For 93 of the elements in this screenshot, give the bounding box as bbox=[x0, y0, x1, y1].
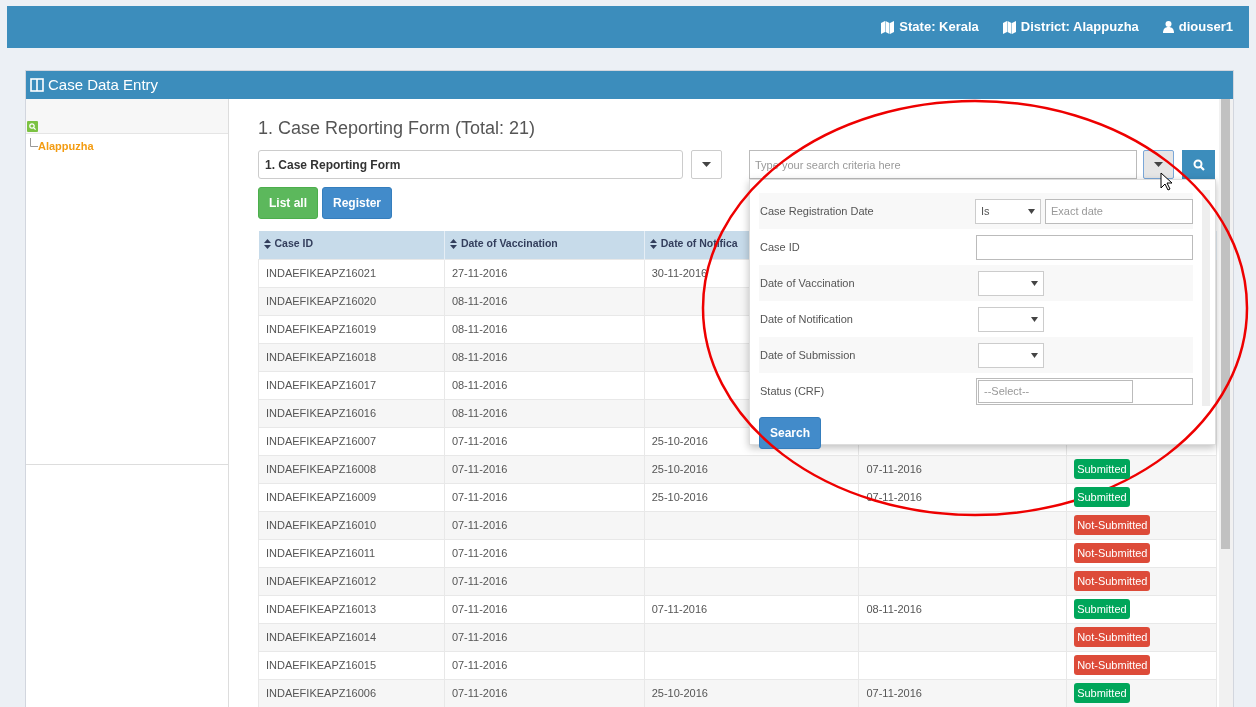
status-label: Not-Submitted bbox=[1074, 514, 1151, 536]
case-id-cell: INDAEFIKEAPZ16010 bbox=[266, 518, 377, 531]
sort-icon bbox=[449, 238, 457, 249]
header-link[interactable]: District: Alappuzha bbox=[1002, 17, 1139, 37]
field-label: Case Registration Date bbox=[760, 203, 875, 219]
date-cell: 27-11-2016 bbox=[451, 266, 508, 279]
date-cell: 07-11-2016 bbox=[451, 630, 508, 643]
map-icon bbox=[1002, 20, 1016, 34]
status-label: Submitted bbox=[1074, 598, 1130, 620]
field-label: Case ID bbox=[760, 239, 801, 255]
date-cell: 07-11-2016 bbox=[866, 490, 922, 503]
field-label: Date of Notification bbox=[760, 311, 854, 327]
case-id-cell: INDAEFIKEAPZ16018 bbox=[266, 350, 377, 363]
date-cell: 07-11-2016 bbox=[451, 462, 508, 475]
scrollbar-thumb[interactable] bbox=[1221, 99, 1230, 549]
select-field[interactable] bbox=[978, 306, 1044, 332]
tree-connector-icon bbox=[30, 138, 38, 147]
date-cell: 25-10-2016 bbox=[651, 686, 708, 699]
date-cell: 08-11-2016 bbox=[451, 322, 508, 335]
map-icon bbox=[881, 20, 895, 34]
date-cell: 07-11-2016 bbox=[866, 462, 922, 475]
date-cell: 07-11-2016 bbox=[451, 686, 508, 699]
caret-icon bbox=[1031, 352, 1038, 358]
field-label: Status (CRF) bbox=[760, 383, 826, 399]
date-cell: 07-11-2016 bbox=[451, 546, 508, 559]
case-id-cell: INDAEFIKEAPZ16011 bbox=[266, 546, 376, 559]
date-cell: 07-11-2016 bbox=[651, 602, 708, 615]
date-cell: 07-11-2016 bbox=[451, 518, 508, 531]
register-button[interactable]: Register bbox=[322, 187, 393, 219]
date-cell: 07-11-2016 bbox=[451, 434, 508, 447]
date-field[interactable]: Exact date bbox=[1045, 198, 1193, 224]
caret-icon bbox=[1154, 162, 1163, 167]
list-all-button[interactable]: List all bbox=[258, 187, 318, 219]
operator-select[interactable]: Is bbox=[975, 198, 1041, 224]
date-cell: 25-10-2016 bbox=[651, 490, 708, 503]
date-cell: 08-11-2016 bbox=[866, 602, 922, 615]
header-link[interactable]: diouser1 bbox=[1162, 17, 1233, 37]
header-link[interactable]: State: Kerala bbox=[881, 17, 979, 37]
status-label: Submitted bbox=[1074, 682, 1130, 704]
date-cell: 07-11-2016 bbox=[866, 686, 922, 699]
form-title: 1. Case Reporting Form (Total: 21) bbox=[258, 117, 537, 140]
case-id-cell: INDAEFIKEAPZ16021 bbox=[266, 266, 377, 279]
date-cell: 07-11-2016 bbox=[451, 602, 508, 615]
case-id-cell: INDAEFIKEAPZ16017 bbox=[266, 378, 377, 391]
date-cell: 08-11-2016 bbox=[451, 378, 508, 391]
case-id-cell: INDAEFIKEAPZ16008 bbox=[266, 462, 377, 475]
date-cell: 07-11-2016 bbox=[451, 658, 508, 671]
date-cell: 08-11-2016 bbox=[451, 406, 508, 419]
user-icon bbox=[1162, 21, 1174, 33]
case-id-cell: INDAEFIKEAPZ16020 bbox=[266, 294, 377, 307]
select-field[interactable] bbox=[978, 270, 1044, 296]
multiselect-field[interactable]: --Select-- bbox=[976, 377, 1193, 405]
form-select[interactable]: 1. Case Reporting Form bbox=[258, 150, 684, 179]
search-icon bbox=[1192, 158, 1205, 171]
caret-icon bbox=[1028, 208, 1035, 214]
date-cell: 08-11-2016 bbox=[451, 294, 508, 307]
date-cell: 07-11-2016 bbox=[451, 574, 508, 587]
case-id-cell: INDAEFIKEAPZ16009 bbox=[266, 490, 377, 503]
text-field[interactable] bbox=[976, 234, 1193, 260]
case-id-cell: INDAEFIKEAPZ16013 bbox=[266, 602, 377, 615]
status-label: Not-Submitted bbox=[1074, 626, 1151, 648]
status-label: Submitted bbox=[1074, 486, 1130, 508]
select-field[interactable] bbox=[978, 342, 1044, 368]
status-label: Not-Submitted bbox=[1074, 654, 1151, 676]
column-header[interactable]: Case ID bbox=[263, 235, 314, 252]
status-label: Not-Submitted bbox=[1074, 570, 1151, 592]
search-icon[interactable] bbox=[27, 121, 38, 132]
search-button[interactable]: Search bbox=[759, 417, 822, 449]
sort-icon bbox=[649, 238, 657, 249]
tree-node[interactable]: Alappuzha bbox=[38, 138, 94, 155]
dropdown-button[interactable] bbox=[691, 150, 722, 179]
sort-icon bbox=[263, 238, 271, 249]
columns-icon bbox=[30, 78, 44, 92]
case-id-cell: INDAEFIKEAPZ16014 bbox=[266, 630, 377, 643]
case-id-cell: INDAEFIKEAPZ16015 bbox=[266, 658, 377, 671]
date-cell: 08-11-2016 bbox=[451, 350, 508, 363]
field-label: Date of Vaccination bbox=[760, 275, 856, 291]
case-id-cell: INDAEFIKEAPZ16019 bbox=[266, 322, 377, 335]
caret-icon bbox=[702, 162, 712, 167]
caret-icon bbox=[1031, 316, 1038, 322]
date-cell: 25-10-2016 bbox=[651, 434, 708, 447]
case-id-cell: INDAEFIKEAPZ16006 bbox=[266, 686, 377, 699]
date-cell: 07-11-2016 bbox=[451, 490, 508, 503]
status-label: Not-Submitted bbox=[1074, 542, 1151, 564]
panel-title: Case Data Entry bbox=[48, 74, 159, 95]
case-id-cell: INDAEFIKEAPZ16016 bbox=[266, 406, 377, 419]
case-id-cell: INDAEFIKEAPZ16007 bbox=[266, 434, 377, 447]
caret-icon bbox=[1031, 280, 1038, 286]
date-cell: 25-10-2016 bbox=[651, 462, 708, 475]
case-id-cell: INDAEFIKEAPZ16012 bbox=[266, 574, 377, 587]
search-button[interactable] bbox=[1182, 150, 1215, 179]
status-label: Submitted bbox=[1074, 458, 1130, 480]
field-label: Date of Submission bbox=[760, 347, 857, 363]
